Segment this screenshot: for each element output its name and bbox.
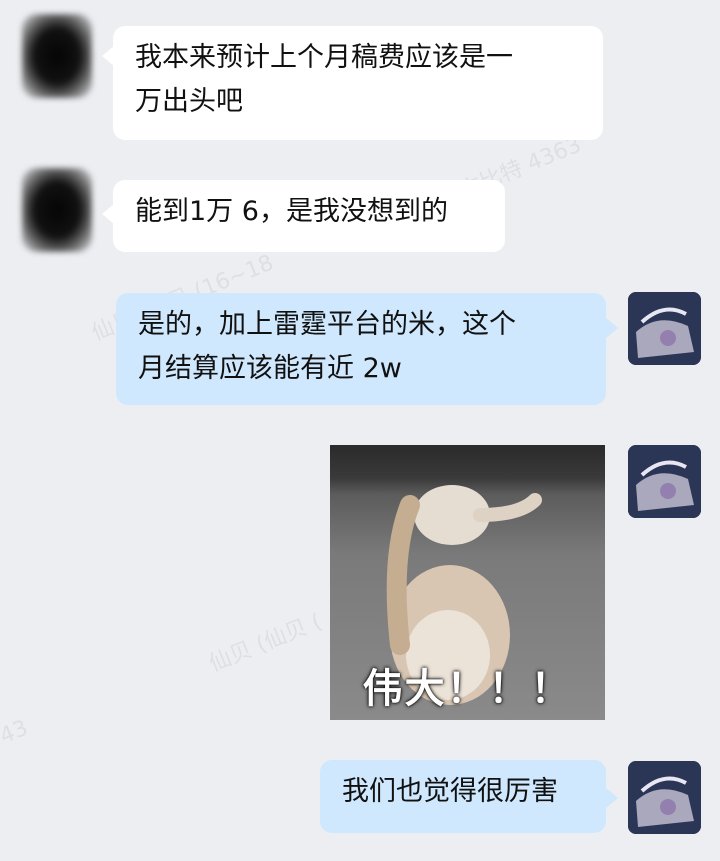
bubble-tail bbox=[606, 318, 618, 338]
message-text-line: 我们也觉得很厉害 bbox=[342, 776, 558, 807]
message-bubble-incoming[interactable]: 我本来预计上个月稿费应该是一 万出头吧 bbox=[113, 26, 603, 140]
anime-user-avatar-icon[interactable] bbox=[628, 445, 701, 518]
bubble-tail bbox=[606, 788, 618, 808]
message-text-line: 万出头吧 bbox=[135, 86, 243, 117]
sticker-caption: 伟大！！！ bbox=[362, 666, 573, 712]
anime-user-avatar-icon[interactable] bbox=[628, 761, 701, 834]
watermark: 43 bbox=[0, 715, 32, 750]
hamster-sticker-icon[interactable]: 伟大！！！ bbox=[330, 445, 605, 720]
message-text-line: 能到1万 6，是我没想到的 bbox=[135, 196, 448, 227]
message-bubble-outgoing[interactable]: 我们也觉得很厉害 bbox=[320, 760, 606, 833]
blurred-contact-avatar-icon[interactable] bbox=[22, 168, 92, 252]
blurred-contact-avatar-icon[interactable] bbox=[22, 14, 92, 98]
message-bubble-incoming[interactable]: 能到1万 6，是我没想到的 bbox=[113, 180, 505, 252]
watermark: 仙贝 (仙贝 ( bbox=[205, 609, 326, 678]
message-text-line: 是的，加上雷霆平台的米，这个 bbox=[138, 309, 516, 340]
message-text-line: 我本来预计上个月稿费应该是一 bbox=[135, 42, 513, 73]
message-text-line: 月结算应该能有近 2w bbox=[138, 353, 402, 384]
anime-user-avatar-icon[interactable] bbox=[628, 292, 701, 365]
message-bubble-outgoing[interactable]: 是的，加上雷霆平台的米，这个 月结算应该能有近 2w bbox=[116, 293, 606, 405]
